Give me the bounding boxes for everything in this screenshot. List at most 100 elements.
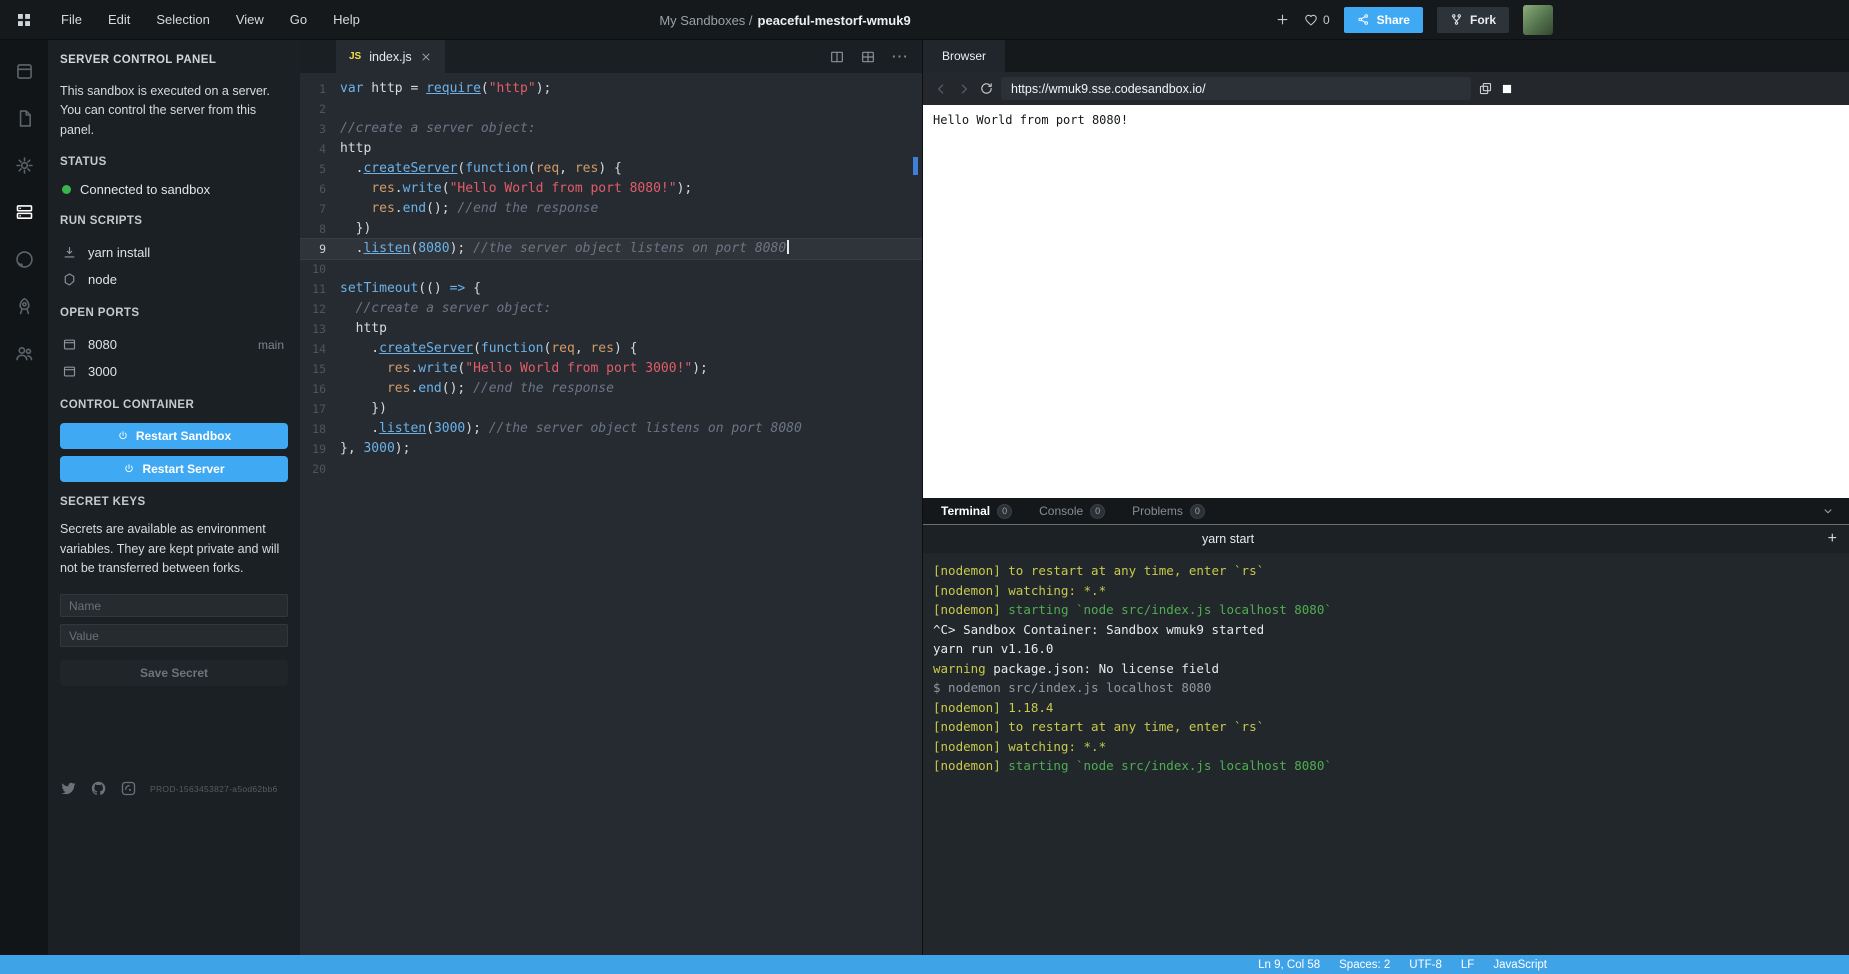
user-avatar[interactable] xyxy=(1523,5,1553,35)
restart-server-button[interactable]: Restart Server xyxy=(60,456,288,482)
like-button[interactable]: 0 xyxy=(1304,13,1330,27)
activity-live[interactable] xyxy=(0,330,48,377)
devtools-tab-terminal[interactable]: Terminal0 xyxy=(941,504,1012,519)
menu-selection[interactable]: Selection xyxy=(143,0,222,39)
server-control-icon xyxy=(14,202,35,223)
activity-deployment[interactable] xyxy=(0,283,48,330)
code-line-18[interactable]: 18 .listen(3000); //the server object li… xyxy=(300,419,922,439)
terminal-session-tab[interactable]: yarn start xyxy=(923,532,1533,546)
split-view-icon[interactable] xyxy=(829,49,845,65)
terminal-line: [nodemon] watching: *.* xyxy=(933,737,1839,757)
terminal-line: [nodemon] starting `node src/index.js lo… xyxy=(933,600,1839,620)
code-line-7[interactable]: 7 res.end(); //end the response xyxy=(300,199,922,219)
terminal-line: warning package.json: No license field xyxy=(933,659,1839,679)
status-lf[interactable]: LF xyxy=(1461,959,1474,971)
share-button[interactable]: Share xyxy=(1344,7,1423,33)
connection-status: Connected to sandbox xyxy=(60,180,288,201)
download-icon xyxy=(62,245,77,260)
line-text: setTimeout(() => { xyxy=(340,279,481,299)
tab-browser[interactable]: Browser xyxy=(923,40,1005,72)
url-input[interactable]: https://wmuk9.sse.codesandbox.io/ xyxy=(1001,77,1471,100)
main-menu-button[interactable] xyxy=(0,0,48,40)
line-text: }) xyxy=(340,399,387,419)
status-utf-8[interactable]: UTF-8 xyxy=(1409,959,1442,971)
activity-project-overview[interactable] xyxy=(0,48,48,95)
code-line-16[interactable]: 16 res.end(); //end the response xyxy=(300,379,922,399)
menu-file[interactable]: File xyxy=(48,0,95,39)
run-script-node[interactable]: node xyxy=(60,266,288,293)
back-icon[interactable] xyxy=(933,81,949,97)
code-line-8[interactable]: 8 }) xyxy=(300,219,922,239)
code-line-1[interactable]: 1var http = require("http"); xyxy=(300,79,922,99)
menu-edit[interactable]: Edit xyxy=(95,0,143,39)
code-line-11[interactable]: 11setTimeout(() => { xyxy=(300,279,922,299)
terminal-output[interactable]: [nodemon] to restart at any time, enter … xyxy=(923,553,1849,955)
devtools-tab-problems[interactable]: Problems0 xyxy=(1132,504,1205,519)
spectrum-icon[interactable] xyxy=(120,780,137,797)
open-ports-list: 8080main3000 xyxy=(60,331,288,385)
code-line-10[interactable]: 10 xyxy=(300,259,922,279)
code-line-12[interactable]: 12 //create a server object: xyxy=(300,299,922,319)
status-spaces[interactable]: Spaces: 2 xyxy=(1339,959,1390,971)
secret-name-input[interactable] xyxy=(60,594,288,617)
code-line-2[interactable]: 2 xyxy=(300,99,922,119)
code-line-14[interactable]: 14 .createServer(function(req, res) { xyxy=(300,339,922,359)
line-text: .createServer(function(req, res) { xyxy=(340,339,637,359)
code-line-17[interactable]: 17 }) xyxy=(300,399,922,419)
menu-view[interactable]: View xyxy=(223,0,277,39)
code-line-9[interactable]: 9 .listen(8080); //the server object lis… xyxy=(300,239,922,259)
editor-tab-actions: ⋯ xyxy=(829,40,922,73)
code-line-4[interactable]: 4http xyxy=(300,139,922,159)
twitter-icon[interactable] xyxy=(60,780,77,797)
open-new-window-icon[interactable] xyxy=(1478,81,1493,96)
status-javascript[interactable]: JavaScript xyxy=(1493,959,1547,971)
secret-value-input[interactable] xyxy=(60,624,288,647)
new-sandbox-button[interactable] xyxy=(1275,12,1290,27)
fork-button[interactable]: Fork xyxy=(1437,7,1509,33)
code-line-15[interactable]: 15 res.write("Hello World from port 3000… xyxy=(300,359,922,379)
menu-help[interactable]: Help xyxy=(320,0,373,39)
more-actions-icon[interactable]: ⋯ xyxy=(891,48,908,65)
refresh-icon[interactable] xyxy=(979,81,994,96)
code-line-19[interactable]: 19}, 3000); xyxy=(300,439,922,459)
devtools-tab-console[interactable]: Console0 xyxy=(1039,504,1105,519)
line-number: 4 xyxy=(300,139,340,159)
port-8080[interactable]: 8080main xyxy=(60,331,288,358)
activity-configuration[interactable] xyxy=(0,142,48,189)
build-id: PROD-1563453827-a5od62bb6 xyxy=(150,784,278,794)
line-number: 8 xyxy=(300,219,340,239)
code-editor[interactable]: 1var http = require("http");23//create a… xyxy=(300,73,922,955)
grid-view-icon[interactable] xyxy=(860,49,876,65)
code-line-13[interactable]: 13 http xyxy=(300,319,922,339)
menu-go[interactable]: Go xyxy=(277,0,320,39)
forward-icon[interactable] xyxy=(956,81,972,97)
close-tab-icon[interactable] xyxy=(420,51,432,63)
server-control-panel: SERVER CONTROL PANEL This sandbox is exe… xyxy=(48,40,300,955)
code-line-6[interactable]: 6 res.write("Hello World from port 8080!… xyxy=(300,179,922,199)
github-icon[interactable] xyxy=(90,780,107,797)
script-label: node xyxy=(88,272,117,287)
run-scripts-list: yarn install node xyxy=(60,239,288,293)
run-script-yarn-install[interactable]: yarn install xyxy=(60,239,288,266)
line-number: 5 xyxy=(300,159,340,179)
save-secret-button[interactable]: Save Secret xyxy=(60,660,288,686)
code-line-20[interactable]: 20 xyxy=(300,459,922,479)
share-icon xyxy=(1357,13,1370,26)
line-text: var http = require("http"); xyxy=(340,79,551,99)
tab-indexjs[interactable]: JS index.js xyxy=(336,40,445,73)
activity-server-control[interactable] xyxy=(0,189,48,236)
collapse-devtools-icon[interactable] xyxy=(1821,504,1835,518)
port-3000[interactable]: 3000 xyxy=(60,358,288,385)
line-text: .listen(3000); //the server object liste… xyxy=(340,419,802,439)
status-ln[interactable]: Ln 9, Col 58 xyxy=(1258,959,1320,971)
code-line-3[interactable]: 3//create a server object: xyxy=(300,119,922,139)
preview-toggle-icon[interactable] xyxy=(1500,82,1514,96)
line-number: 13 xyxy=(300,319,340,339)
activity-file-explorer[interactable] xyxy=(0,95,48,142)
breadcrumb-prefix[interactable]: My Sandboxes / xyxy=(659,13,752,28)
activity-github[interactable] xyxy=(0,236,48,283)
restart-sandbox-button[interactable]: Restart Sandbox xyxy=(60,423,288,449)
add-terminal-icon[interactable]: + xyxy=(1828,525,1837,553)
code-line-5[interactable]: 5 .createServer(function(req, res) { xyxy=(300,159,922,179)
line-number: 14 xyxy=(300,339,340,359)
